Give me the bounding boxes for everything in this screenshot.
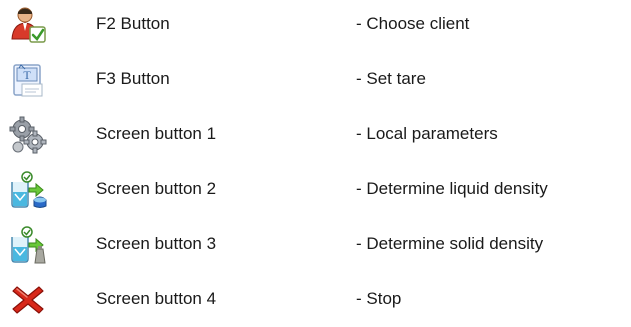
list-item: Screen button 3 - Determine solid densit… [0,221,631,269]
list-item: Screen button 4 - Stop [0,276,631,324]
function-description: - Determine solid density [356,234,544,253]
liquid-density-icon [8,170,48,210]
list-item: F2 Button - Choose client [0,1,631,49]
gears-icon [8,115,48,155]
button-name: Screen button 4 [96,289,217,308]
solid-density-icon [8,225,48,265]
button-name: Screen button 3 [96,234,217,253]
stop-icon [8,280,48,320]
svg-text:T: T [23,68,31,82]
tare-icon: T [8,60,48,100]
function-description: - Choose client [356,14,470,33]
list-item: Screen button 1 - Local parameters [0,111,631,159]
button-name: F2 Button [96,14,170,33]
button-name: Screen button 1 [96,124,217,143]
function-description: - Determine liquid density [356,179,548,198]
client-icon [8,5,48,45]
function-description: - Stop [356,289,402,308]
function-description: - Local parameters [356,124,498,143]
function-description: - Set tare [356,69,426,88]
button-name: Screen button 2 [96,179,217,198]
button-name: F3 Button [96,69,170,88]
list-item: T F3 Button - Set tare [0,56,631,104]
list-item: Screen button 2 - Determine liquid densi… [0,166,631,214]
